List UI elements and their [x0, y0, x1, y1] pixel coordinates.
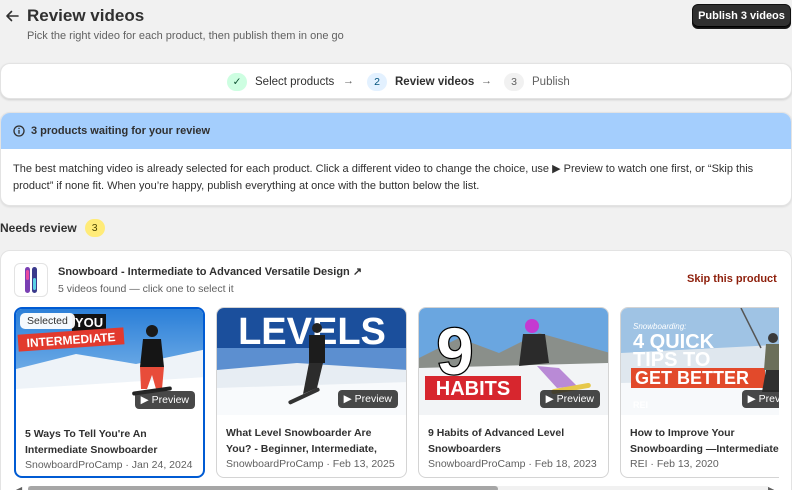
page-title: Review videos [27, 6, 145, 25]
video-card[interactable]: LEVELS ▶ Preview What Level Snowboarder … [216, 307, 407, 478]
video-thumbnail: 9 HABITS ▶ Preview [419, 308, 608, 415]
selected-badge: Selected [20, 313, 75, 329]
section-title: Needs review [0, 221, 77, 235]
product-title-link[interactable]: Snowboard - Intermediate to Advanced Ver… [58, 265, 362, 278]
product-card: Snowboard - Intermediate to Advanced Ver… [0, 250, 792, 490]
count-badge: 3 [84, 219, 105, 237]
skip-product-button[interactable]: Skip this product [687, 273, 777, 285]
publish-button[interactable]: Publish 3 videos [692, 4, 791, 28]
video-meta: SnowboardProCamp · Feb 13, 2025 [226, 458, 395, 470]
section-header: Needs review 3 [0, 218, 105, 238]
step-number: 3 [504, 73, 524, 91]
info-icon [13, 125, 25, 137]
step-select-products: ✓ Select products [227, 64, 334, 100]
video-title: 9 Habits of Advanced Level Snowboarders [428, 427, 565, 455]
scroll-right-icon[interactable]: ▶ [768, 485, 774, 490]
product-subtitle: 5 videos found — click one to select it [58, 283, 234, 295]
arrow-right-icon: → [343, 75, 354, 87]
page-header: Review videos Pick the right video for e… [0, 0, 792, 50]
back-button[interactable] [3, 6, 21, 26]
video-title: How to Improve Your Snowboarding —Interm… [630, 427, 779, 455]
arrow-left-icon [6, 10, 19, 22]
video-meta: SnowboardProCamp · Jan 24, 2024 [25, 459, 193, 471]
thumb-text: GET BETTER [635, 368, 749, 388]
preview-button[interactable]: ▶ Preview [539, 390, 600, 408]
video-meta: SnowboardProCamp · Feb 18, 2023 [428, 458, 597, 470]
video-thumbnail: Snowboarding: 4 QUICK TIPS TO GET BETTER… [621, 308, 779, 415]
video-title: What Level Snowboarder Are You? - Beginn… [226, 427, 377, 455]
step-label: Select products [255, 76, 335, 88]
video-card[interactable]: 9 HABITS ▶ Preview 9 Habits of Advanced … [418, 307, 609, 478]
product-image [14, 263, 48, 297]
banner-header: 3 products waiting for your review [1, 113, 791, 149]
video-card[interactable]: Snowboarding: 4 QUICK TIPS TO GET BETTER… [620, 307, 779, 478]
video-title: 5 Ways To Tell You're An Intermediate Sn… [25, 428, 158, 456]
video-thumbnail: LEVELS ▶ Preview [217, 308, 406, 415]
thumb-text: Snowboarding: [633, 322, 686, 331]
video-meta: REI · Feb 13, 2020 [630, 458, 719, 470]
thumb-text: YOU [75, 315, 103, 330]
scroll-left-icon[interactable]: ◀ [16, 485, 22, 490]
check-icon: ✓ [227, 73, 247, 91]
horizontal-scrollbar[interactable]: ◀ ▶ [14, 485, 779, 490]
video-thumbnail: YOU INTERMEDIATE Selected ▶ Preview [16, 309, 203, 416]
stepper: ✓ Select products → 2 Review videos → 3 … [0, 63, 792, 99]
step-review-videos: 2 Review videos [367, 64, 474, 100]
video-card[interactable]: YOU INTERMEDIATE Selected ▶ Preview 5 Wa… [14, 307, 205, 478]
step-publish: 3 Publish [504, 64, 570, 100]
page-subtitle: Pick the right video for each product, t… [27, 30, 344, 42]
step-label: Review videos [395, 76, 475, 88]
banner-body: The best matching video is already selec… [13, 163, 754, 192]
scroll-thumb[interactable] [28, 486, 498, 490]
arrow-right-icon: → [481, 75, 492, 87]
banner-title: 3 products waiting for your review [31, 125, 211, 137]
info-banner: 3 products waiting for your review The b… [0, 112, 792, 206]
video-carousel: YOU INTERMEDIATE Selected ▶ Preview 5 Wa… [14, 306, 779, 481]
step-number: 2 [367, 73, 387, 91]
preview-button[interactable]: ▶ Preview [741, 390, 779, 408]
step-label: Publish [532, 76, 570, 88]
thumb-text: HABITS [436, 378, 510, 400]
preview-button[interactable]: ▶ Preview [134, 391, 195, 409]
thumb-text: REI [633, 400, 648, 410]
preview-button[interactable]: ▶ Preview [337, 390, 398, 408]
